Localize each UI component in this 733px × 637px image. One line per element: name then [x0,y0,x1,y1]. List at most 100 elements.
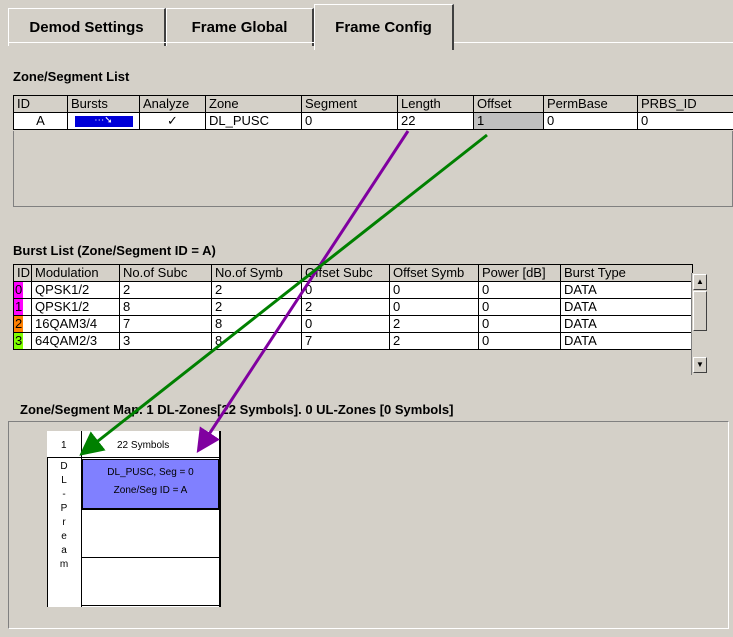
dl-preamble-letter: m [59,559,69,570]
cell-power[interactable]: 0 [478,315,561,333]
cell-burst-type[interactable]: DATA [560,281,693,299]
burst-color-swatch: 1 [14,299,23,315]
cell-segment[interactable]: 0 [301,112,398,130]
burst-color-swatch: 3 [14,333,23,349]
cell-length[interactable]: 22 [397,112,474,130]
cell-num-subc[interactable]: 3 [119,332,212,350]
zone-map-title: Zone/Segment Map. 1 DL-Zones[22 Symbols]… [20,402,454,417]
cell-modulation[interactable]: QPSK1/2 [31,298,120,316]
col-header-id[interactable]: ID [13,95,68,113]
table-row[interactable]: 2 16QAM3/4 7 8 0 2 0 DATA [13,315,693,333]
col-header-power[interactable]: Power [dB] [478,264,561,282]
map-row-line [82,557,219,558]
col-header-offset[interactable]: Offset [473,95,544,113]
burst-table: ID Modulation No.of Subc No.of Symb Offs… [13,264,693,350]
col-header-analyze[interactable]: Analyze [139,95,206,113]
table-row[interactable]: 3 64QAM2/3 3 8 7 2 0 DATA [13,332,693,350]
cell-permbase[interactable]: 0 [543,112,638,130]
tab-frame-global[interactable]: Frame Global [166,8,314,46]
cell-offset-subc[interactable]: 0 [301,315,390,333]
dl-preamble-letter: r [62,517,66,528]
scroll-down-arrow-icon[interactable]: ▼ [693,357,707,373]
map-divider [81,431,82,607]
map-right-border [219,431,221,607]
dl-preamble-label: DL - Pream [47,460,81,572]
cell-modulation[interactable]: 64QAM2/3 [31,332,120,350]
cell-modulation[interactable]: QPSK1/2 [31,281,120,299]
col-header-id[interactable]: ID [13,264,32,282]
dl-preamble-letter: L [61,475,67,486]
cell-offset-symb[interactable]: 0 [389,281,479,299]
burst-list-scrollbar[interactable]: ▲ ▼ [691,273,708,375]
cell-power[interactable]: 0 [478,332,561,350]
map-header-line [47,457,221,458]
cell-burst-id[interactable]: 0 [13,281,32,299]
cell-offset-subc[interactable]: 0 [301,281,390,299]
zone-block-line1: DL_PUSC, Seg = 0 [107,467,194,478]
cell-offset[interactable]: 1 [473,112,544,130]
col-header-burst-type[interactable]: Burst Type [560,264,693,282]
cell-id[interactable]: A [13,112,68,130]
cell-offset-subc[interactable]: 7 [301,332,390,350]
table-row[interactable]: 0 QPSK1/2 2 2 0 0 0 DATA [13,281,693,299]
table-row[interactable]: 1 QPSK1/2 8 2 2 0 0 DATA [13,298,693,316]
cell-modulation[interactable]: 16QAM3/4 [31,315,120,333]
zone-block-line2: Zone/Seg ID = A [113,485,188,496]
col-header-num-symb[interactable]: No.of Symb [211,264,302,282]
cell-num-subc[interactable]: 7 [119,315,212,333]
col-header-permbase[interactable]: PermBase [543,95,638,113]
cell-power[interactable]: 0 [478,281,561,299]
dl-preamble-letter: a [61,545,67,556]
table-row[interactable]: A ⋯➘ ✓ DL_PUSC 0 22 1 0 0 [13,112,733,130]
col-header-prbs-id[interactable]: PRBS_ID [637,95,733,113]
col-header-offset-subc[interactable]: Offset Subc [301,264,390,282]
col-header-modulation[interactable]: Modulation [31,264,120,282]
scroll-thumb[interactable] [693,291,707,331]
cell-burst-type[interactable]: DATA [560,298,693,316]
zone-list-title: Zone/Segment List [13,69,130,84]
cell-num-symb[interactable]: 2 [211,281,302,299]
symbol-column-label: 1 [61,440,67,451]
cell-offset-symb[interactable]: 2 [389,315,479,333]
cell-prbs-id[interactable]: 0 [637,112,733,130]
analyze-checkbox[interactable]: ✓ [139,112,206,130]
col-header-bursts[interactable]: Bursts [67,95,140,113]
zone-list-empty-area [13,131,733,207]
cell-offset-symb[interactable]: 2 [389,332,479,350]
symbols-count-label: 22 Symbols [117,440,170,451]
cell-offset-subc[interactable]: 2 [301,298,390,316]
cell-burst-id[interactable]: 1 [13,298,32,316]
cell-num-subc[interactable]: 8 [119,298,212,316]
cell-burst-type[interactable]: DATA [560,332,693,350]
tab-demod-settings[interactable]: Demod Settings [8,8,166,46]
table-header-row: ID Modulation No.of Subc No.of Symb Offs… [13,264,693,282]
cell-burst-type[interactable]: DATA [560,315,693,333]
map-row-line [82,509,219,510]
cell-power[interactable]: 0 [478,298,561,316]
cell-offset-symb[interactable]: 0 [389,298,479,316]
col-header-offset-symb[interactable]: Offset Symb [389,264,479,282]
dl-preamble-letter: e [61,531,67,542]
cell-bursts[interactable]: ⋯➘ [67,112,140,130]
cell-burst-id[interactable]: 2 [13,315,32,333]
cell-num-symb[interactable]: 8 [211,315,302,333]
scroll-up-arrow-icon[interactable]: ▲ [693,274,707,290]
tab-frame-config[interactable]: Frame Config [314,4,454,50]
cell-num-symb[interactable]: 8 [211,332,302,350]
col-header-num-subc[interactable]: No.of Subc [119,264,212,282]
table-header-row: ID Bursts Analyze Zone Segment Length Of… [13,95,733,113]
burst-color-swatch: 0 [14,282,23,298]
cell-num-subc[interactable]: 2 [119,281,212,299]
burst-list-title: Burst List (Zone/Segment ID = A) [13,243,216,258]
col-header-length[interactable]: Length [397,95,474,113]
col-header-zone[interactable]: Zone [205,95,302,113]
cell-zone[interactable]: DL_PUSC [205,112,302,130]
dl-preamble-letter: - [62,489,66,500]
burst-edit-icon[interactable]: ⋯➘ [74,115,133,127]
col-header-segment[interactable]: Segment [301,95,398,113]
cell-burst-id[interactable]: 3 [13,332,32,350]
zone-segment-table: ID Bursts Analyze Zone Segment Length Of… [13,95,733,130]
dl-preamble-letter: P [60,503,68,514]
cell-num-symb[interactable]: 2 [211,298,302,316]
zone-block-dl-pusc[interactable]: DL_PUSC, Seg = 0 Zone/Seg ID = A [82,459,219,509]
